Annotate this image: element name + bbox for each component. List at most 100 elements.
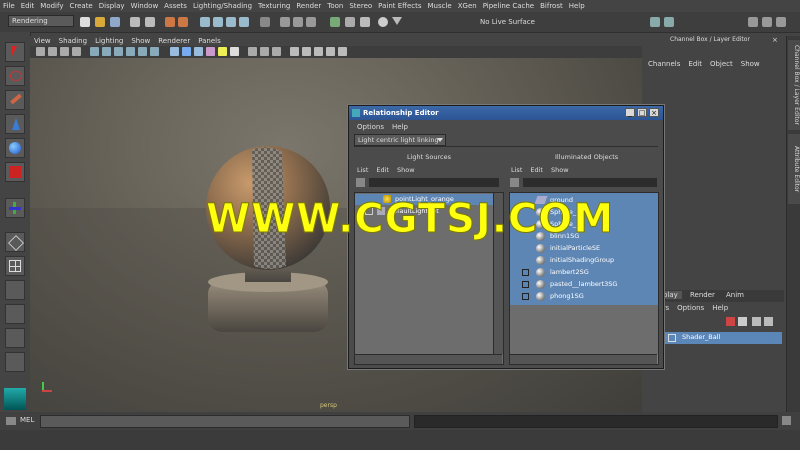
- menu-help[interactable]: Help: [566, 0, 588, 12]
- safe-action-icon[interactable]: [150, 47, 159, 56]
- isolate-select-icon[interactable]: [338, 47, 347, 56]
- command-input[interactable]: [40, 415, 410, 428]
- menu-lighting-shading[interactable]: Lighting/Shading: [190, 0, 255, 12]
- move-layer-down-icon[interactable]: [764, 317, 773, 326]
- right-horizontal-scrollbar[interactable]: [510, 354, 657, 364]
- layer-help-menu[interactable]: Help: [712, 304, 728, 312]
- menu-xgen[interactable]: XGen: [455, 0, 480, 12]
- four-view-icon[interactable]: [5, 256, 25, 276]
- left-list-menu-show[interactable]: Show: [397, 166, 415, 174]
- input-ops-icon[interactable]: [330, 17, 340, 27]
- paint-select-tool-icon[interactable]: [5, 90, 25, 110]
- menu-render[interactable]: Render: [293, 0, 324, 12]
- persp-outliner-view-icon[interactable]: [5, 280, 25, 300]
- tab-anim[interactable]: Anim: [726, 291, 744, 299]
- list-item[interactable]: lambert2SG: [510, 267, 658, 278]
- list-item[interactable]: initialParticleSE: [510, 243, 658, 254]
- left-filter-input[interactable]: [369, 178, 499, 187]
- script-editor-icon[interactable]: [6, 417, 16, 425]
- list-item[interactable]: phong1SG: [510, 291, 658, 302]
- textured-icon[interactable]: [206, 47, 215, 56]
- field-chart-icon[interactable]: [138, 47, 147, 56]
- command-language-label[interactable]: MEL: [20, 416, 34, 424]
- ambient-occlusion-icon[interactable]: [290, 47, 299, 56]
- menu-display[interactable]: Display: [96, 0, 128, 12]
- right-filter-icon[interactable]: [510, 178, 519, 187]
- panel-menu-renderer[interactable]: Renderer: [154, 36, 194, 46]
- menu-toon[interactable]: Toon: [324, 0, 346, 12]
- maximize-button[interactable]: □: [637, 108, 647, 117]
- live-surface-icon[interactable]: [378, 17, 388, 27]
- move-layer-up-icon[interactable]: [752, 317, 761, 326]
- layer-row[interactable]: Shader_Ball: [646, 332, 782, 344]
- tab-channel-box-layer-editor[interactable]: Channel Box / Layer Editor: [788, 40, 800, 130]
- select-object-icon[interactable]: [178, 17, 188, 27]
- attribute-editor-icon[interactable]: [748, 17, 758, 27]
- single-view-icon[interactable]: [5, 232, 25, 252]
- ipr-render-icon[interactable]: [293, 17, 303, 27]
- xray-icon[interactable]: [248, 47, 257, 56]
- render-settings-icon[interactable]: [306, 17, 316, 27]
- edit-menu[interactable]: Edit: [688, 60, 702, 68]
- modeling-toolkit-icon[interactable]: [650, 17, 660, 27]
- tool-settings-icon[interactable]: [762, 17, 772, 27]
- right-list-menu-show[interactable]: Show: [551, 166, 569, 174]
- persp-graph-view-icon[interactable]: [5, 304, 25, 324]
- film-gate-icon[interactable]: [102, 47, 111, 56]
- snap-point-icon[interactable]: [226, 17, 236, 27]
- expand-icon[interactable]: [522, 269, 529, 276]
- panel-menu-lighting[interactable]: Lighting: [91, 36, 127, 46]
- layer-display-type-icon[interactable]: [668, 334, 676, 342]
- image-plane-icon[interactable]: [72, 47, 81, 56]
- new-layer-icon[interactable]: [726, 317, 735, 326]
- right-list-menu-edit[interactable]: Edit: [530, 166, 543, 174]
- gate-mask-icon[interactable]: [126, 47, 135, 56]
- lasso-tool-icon[interactable]: [5, 66, 25, 86]
- xray-joints-icon[interactable]: [260, 47, 269, 56]
- make-live-icon[interactable]: [360, 17, 370, 27]
- show-menu[interactable]: Show: [741, 60, 760, 68]
- panel-menu-view[interactable]: View: [30, 36, 55, 46]
- wireframe-icon[interactable]: [170, 47, 179, 56]
- shadows-icon[interactable]: [230, 47, 239, 56]
- redo-icon[interactable]: [145, 17, 155, 27]
- menu-edit[interactable]: Edit: [18, 0, 38, 12]
- save-scene-icon[interactable]: [110, 17, 120, 27]
- outliner-view-icon[interactable]: [5, 352, 25, 372]
- menu-set-dropdown[interactable]: Rendering: [8, 15, 74, 27]
- editor-mode-dropdown[interactable]: Light centric light linking: [354, 134, 446, 146]
- character-controls-icon[interactable]: [664, 17, 674, 27]
- move-tool-icon[interactable]: [5, 114, 25, 134]
- rotate-tool-icon[interactable]: [5, 138, 25, 158]
- left-horizontal-scrollbar[interactable]: [355, 354, 502, 364]
- menu-bifrost[interactable]: Bifrost: [537, 0, 566, 12]
- list-item[interactable]: initialShadingGroup: [510, 255, 658, 266]
- right-list-menu-list[interactable]: List: [511, 166, 522, 174]
- open-scene-icon[interactable]: [95, 17, 105, 27]
- use-all-lights-icon[interactable]: [218, 47, 227, 56]
- list-item[interactable]: pasted__lambert3SG: [510, 279, 658, 290]
- channel-box-icon[interactable]: [776, 17, 786, 27]
- menu-file[interactable]: File: [0, 0, 18, 12]
- chevron-down-icon[interactable]: [392, 17, 402, 25]
- snap-grid-icon[interactable]: [200, 17, 210, 27]
- snap-plane-icon[interactable]: [239, 17, 249, 27]
- hypershade-view-icon[interactable]: [5, 328, 25, 348]
- magnet-icon[interactable]: [345, 17, 355, 27]
- expand-icon[interactable]: [522, 281, 529, 288]
- tab-attribute-editor[interactable]: Attribute Editor: [788, 134, 800, 204]
- tab-render[interactable]: Render: [690, 291, 715, 299]
- menu-create[interactable]: Create: [66, 0, 95, 12]
- minimize-button[interactable]: _: [625, 108, 635, 117]
- panel-menu-shading[interactable]: Shading: [55, 36, 91, 46]
- anti-aliasing-icon[interactable]: [314, 47, 323, 56]
- select-tool-icon[interactable]: [5, 42, 25, 62]
- left-list-menu-edit[interactable]: Edit: [376, 166, 389, 174]
- history-icon[interactable]: [260, 17, 270, 27]
- wireframe-on-shaded-icon[interactable]: [194, 47, 203, 56]
- menu-window[interactable]: Window: [128, 0, 162, 12]
- help-menu[interactable]: Help: [392, 123, 408, 131]
- right-filter-input[interactable]: [523, 178, 657, 187]
- close-button[interactable]: ×: [649, 108, 659, 117]
- menu-texturing[interactable]: Texturing: [255, 0, 293, 12]
